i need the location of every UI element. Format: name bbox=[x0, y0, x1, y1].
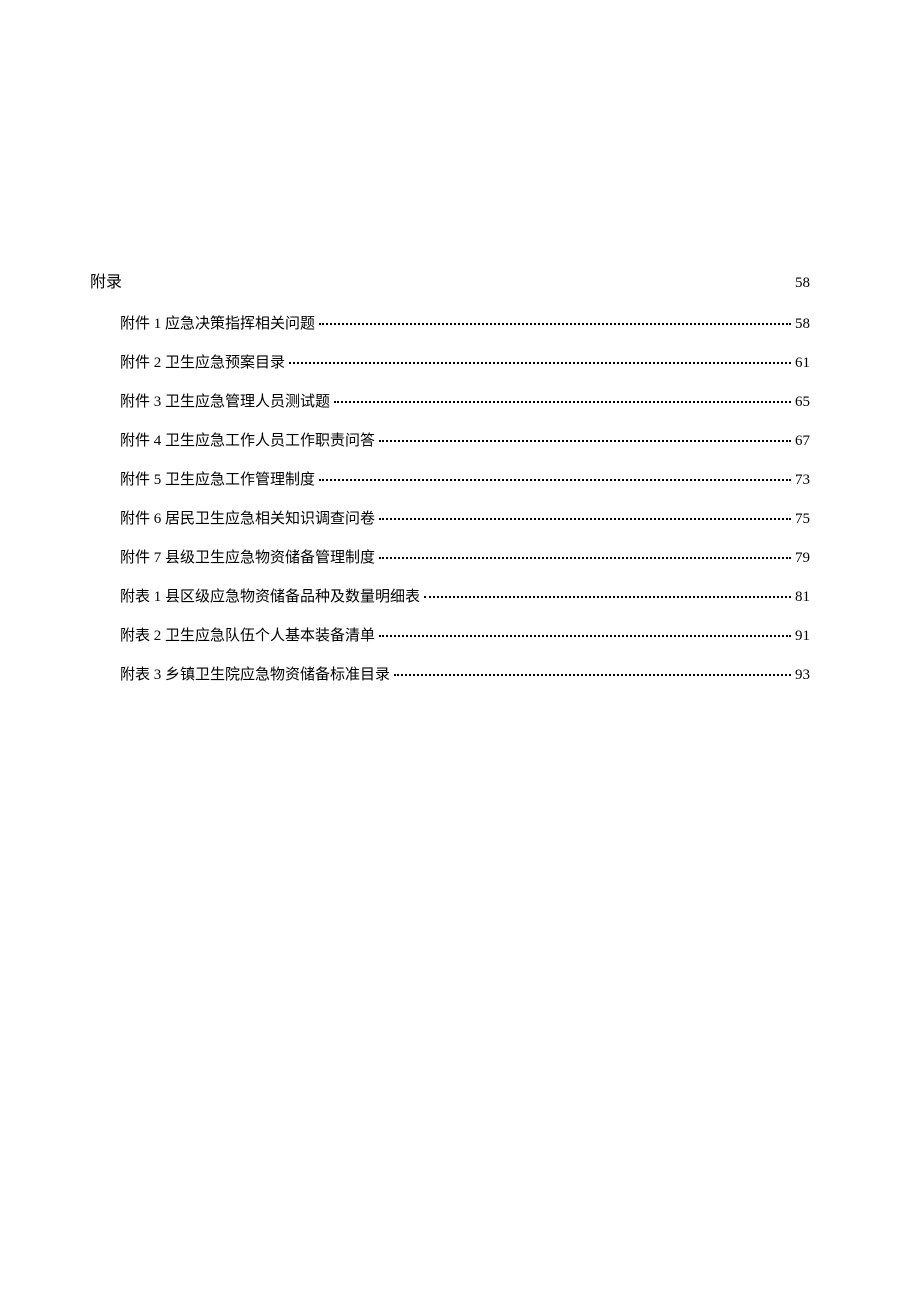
toc-entry: 附件 4 卫生应急工作人员工作职责问答 67 bbox=[90, 429, 830, 450]
section-header: 附录 58 bbox=[90, 268, 830, 292]
section-title: 附录 bbox=[90, 268, 122, 292]
toc-entry-page: 91 bbox=[795, 628, 810, 645]
toc-leader-dots bbox=[319, 323, 791, 325]
toc-leader-dots bbox=[424, 596, 791, 598]
toc-entry-page: 61 bbox=[795, 355, 810, 372]
toc-entry: 附表 1 县区级应急物资储备品种及数量明细表 81 bbox=[90, 585, 830, 606]
toc-entry: 附件 6 居民卫生应急相关知识调查问卷 75 bbox=[90, 507, 830, 528]
toc-entry-label: 附件 4 卫生应急工作人员工作职责问答 bbox=[120, 429, 375, 450]
toc-entry-page: 93 bbox=[795, 667, 810, 684]
toc-entry-page: 81 bbox=[795, 589, 810, 606]
toc-leader-dots bbox=[379, 518, 791, 520]
toc-entry-page: 79 bbox=[795, 550, 810, 567]
toc-leader-dots bbox=[379, 557, 791, 559]
toc-leader-dots bbox=[379, 635, 791, 637]
toc-entry-label: 附件 7 县级卫生应急物资储备管理制度 bbox=[120, 546, 375, 567]
toc-leader-dots bbox=[334, 401, 791, 403]
toc-entry-page: 58 bbox=[795, 316, 810, 333]
toc-leader-dots bbox=[394, 674, 791, 676]
toc-entry: 附件 1 应急决策指挥相关问题 58 bbox=[90, 312, 830, 333]
toc-entry-page: 75 bbox=[795, 511, 810, 528]
toc-entry: 附件 7 县级卫生应急物资储备管理制度 79 bbox=[90, 546, 830, 567]
section-page-number: 58 bbox=[795, 275, 830, 292]
toc-entry-label: 附表 1 县区级应急物资储备品种及数量明细表 bbox=[120, 585, 420, 606]
toc-entry: 附表 3 乡镇卫生院应急物资储备标准目录 93 bbox=[90, 663, 830, 684]
toc-entry-label: 附件 1 应急决策指挥相关问题 bbox=[120, 312, 315, 333]
toc-entry-label: 附表 2 卫生应急队伍个人基本装备清单 bbox=[120, 624, 375, 645]
toc-entry: 附件 2 卫生应急预案目录 61 bbox=[90, 351, 830, 372]
toc-leader-dots bbox=[289, 362, 791, 364]
toc-entry-page: 67 bbox=[795, 433, 810, 450]
toc-entry-label: 附件 6 居民卫生应急相关知识调查问卷 bbox=[120, 507, 375, 528]
toc-entry: 附表 2 卫生应急队伍个人基本装备清单 91 bbox=[90, 624, 830, 645]
toc-entry: 附件 3 卫生应急管理人员测试题 65 bbox=[90, 390, 830, 411]
toc-leader-dots bbox=[319, 479, 791, 481]
toc-entry-label: 附件 2 卫生应急预案目录 bbox=[120, 351, 285, 372]
toc-entry-page: 65 bbox=[795, 394, 810, 411]
toc-leader-dots bbox=[379, 440, 791, 442]
toc-entry: 附件 5 卫生应急工作管理制度 73 bbox=[90, 468, 830, 489]
toc-entry-label: 附件 5 卫生应急工作管理制度 bbox=[120, 468, 315, 489]
toc-entry-label: 附件 3 卫生应急管理人员测试题 bbox=[120, 390, 330, 411]
toc-entry-label: 附表 3 乡镇卫生院应急物资储备标准目录 bbox=[120, 663, 390, 684]
page-content: 附录 58 附件 1 应急决策指挥相关问题 58 附件 2 卫生应急预案目录 6… bbox=[90, 268, 830, 702]
toc-entry-page: 73 bbox=[795, 472, 810, 489]
